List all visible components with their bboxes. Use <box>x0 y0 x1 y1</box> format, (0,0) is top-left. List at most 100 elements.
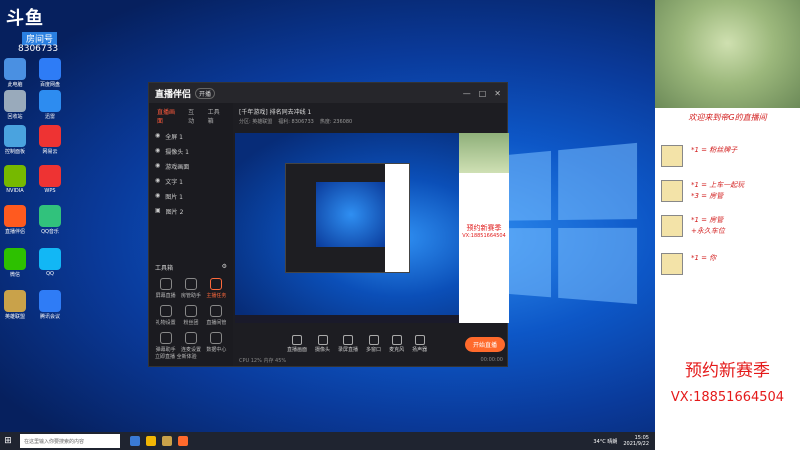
start-live-button[interactable]: 开始直播 <box>464 336 505 352</box>
tool-icon <box>159 305 172 317</box>
scene-item[interactable]: ◉ 游戏画面 <box>149 159 233 174</box>
live-app-icon[interactable] <box>178 436 188 446</box>
desktop-icon[interactable]: NVIDIA <box>0 165 30 194</box>
desktop-icon[interactable]: 直播伴侣 <box>0 205 30 235</box>
app-icon <box>4 125 26 147</box>
minimize-icon[interactable]: — <box>463 89 471 98</box>
tool-icon <box>210 332 223 344</box>
app-icon <box>4 165 26 187</box>
perf-status: CPU 12% 内存 45% <box>239 358 287 364</box>
game-icon[interactable] <box>162 436 172 446</box>
eye-icon[interactable]: ◉ <box>155 177 160 186</box>
desktop-icon[interactable]: 迅雷 <box>35 90 65 120</box>
desktop-icon[interactable]: WPS <box>35 165 65 194</box>
eye-icon[interactable]: ◉ <box>155 147 160 156</box>
desktop-icon[interactable]: 网易云 <box>35 125 65 155</box>
tool-item[interactable]: 主播任务 <box>204 278 229 299</box>
tab-toolbox[interactable]: 工具箱 <box>208 107 225 125</box>
douyu-brand: 斗鱼 <box>6 8 44 29</box>
scene-item[interactable]: ◉ 文字 1 <box>149 174 233 189</box>
app-icon <box>39 90 61 112</box>
control-button[interactable]: 扬声器 <box>412 335 427 353</box>
task-view-icon[interactable] <box>130 436 140 446</box>
desktop-icon[interactable]: QQ <box>35 248 65 277</box>
tool-item[interactable]: 粉丝团 <box>178 305 203 326</box>
tab-interact[interactable]: 互动 <box>188 107 200 125</box>
tool-item[interactable]: 房管助手 <box>178 278 203 299</box>
nested-preview <box>285 163 410 273</box>
webcam-feed <box>655 0 800 108</box>
windows-logo <box>485 142 651 319</box>
main-area: [千年游戏] 排名同去冲线 1 分区: 英雄联盟 福利: 8306733 热度:… <box>235 103 509 366</box>
control-icon <box>391 335 402 345</box>
app-icon <box>39 290 61 312</box>
app-icon <box>39 205 61 227</box>
tool-icon <box>210 305 223 317</box>
eye-icon[interactable]: ◉ <box>155 132 160 141</box>
tool-icon <box>184 278 197 290</box>
eye-icon[interactable]: ◉ <box>155 192 160 201</box>
desktop-icon[interactable]: 百度网盘 <box>35 58 65 88</box>
tool-icon <box>184 305 197 317</box>
tool-item[interactable]: 直播间管 <box>204 305 229 326</box>
welcome-text: 欢迎来到帝G的直播间 <box>688 113 767 122</box>
upgrade-hint[interactable]: 立即直播 全新体验 <box>155 353 197 360</box>
start-button[interactable]: ⊞ <box>0 432 16 450</box>
control-button[interactable]: 直播画面 <box>287 335 307 353</box>
control-button[interactable]: 摄像头 <box>315 335 330 353</box>
clock[interactable]: 15:05 2021/9/22 <box>623 435 649 447</box>
tool-icon <box>210 278 223 290</box>
camera-thumbnail <box>459 133 509 173</box>
desktop-icon[interactable]: QQ音乐 <box>35 205 65 235</box>
perk-item: *1 = 粉丝牌子 <box>661 145 737 167</box>
desktop-icon[interactable]: 此电脑 <box>0 58 30 88</box>
taskbar: ⊞ 在这里输入你要搜索的内容 34°C 晴朗 15:05 2021/9/22 <box>0 432 655 450</box>
scene-item[interactable]: ◉ 全屏 1 <box>149 129 233 144</box>
search-input[interactable]: 在这里输入你要搜索的内容 <box>20 434 120 448</box>
live-badge[interactable]: 开播 <box>195 87 216 99</box>
tab-live-view[interactable]: 直播画面 <box>157 107 180 125</box>
eye-icon[interactable]: ◉ <box>155 162 160 171</box>
scene-item[interactable]: ◉ 摄像头 1 <box>149 144 233 159</box>
app-icon <box>4 248 26 270</box>
tool-item[interactable]: 礼物设置 <box>153 305 178 326</box>
live-companion-window[interactable]: 直播伴侣 开播 — □ ✕ 直播画面 互动 工具箱 ◉ 全屏 1 ◉ 摄像头 1 ◉… <box>148 82 509 367</box>
control-button[interactable]: 麦克风 <box>389 335 404 353</box>
app-logo: 直播伴侣 <box>155 89 192 100</box>
tool-item[interactable]: 连麦设置 <box>178 332 203 353</box>
tool-item[interactable]: 屏幕直播 <box>153 278 178 299</box>
left-panel: 直播画面 互动 工具箱 ◉ 全屏 1 ◉ 摄像头 1 ◉ 游戏画面 ◉ 文字 1 ◉ 图片… <box>149 103 233 366</box>
scene-item[interactable]: ◉ 图片 1 <box>149 189 233 204</box>
app-icon <box>39 248 61 270</box>
scene-item[interactable]: ▣ 图片 2 <box>149 204 233 219</box>
desktop-icon[interactable]: 英雄联盟 <box>0 290 30 320</box>
desktop-icon[interactable]: 控制面板 <box>0 125 30 155</box>
weather-widget[interactable]: 34°C 晴朗 <box>593 438 617 445</box>
control-icon <box>414 335 425 345</box>
stream-title[interactable]: [千年游戏] 排名同去冲线 1 <box>235 103 507 118</box>
desktop-icon[interactable]: 微信 <box>0 248 30 278</box>
stream-category: 分区: 英雄联盟 <box>239 119 273 125</box>
lock-icon[interactable]: ▣ <box>155 207 161 216</box>
explorer-icon[interactable] <box>146 436 156 446</box>
gift-icon <box>661 253 683 275</box>
tool-item[interactable]: 数据中心 <box>204 332 229 353</box>
app-titlebar[interactable]: 直播伴侣 开播 — □ ✕ <box>149 83 507 103</box>
room-id: 8306733 <box>18 44 59 54</box>
contact-vx: VX:18851664504 <box>670 390 785 405</box>
control-icon <box>368 335 379 345</box>
control-icon <box>317 335 328 345</box>
maximize-icon[interactable]: □ <box>479 89 487 98</box>
new-season-banner: 预约新赛季 <box>685 361 770 381</box>
tool-item[interactable]: 弹幕助手 <box>153 332 178 353</box>
desktop-icon[interactable]: 回收站 <box>0 90 30 120</box>
app-icon <box>39 58 61 80</box>
gift-icon <box>661 180 683 202</box>
settings-icon[interactable]: ⚙ <box>222 263 227 272</box>
control-button[interactable]: 多窗口 <box>366 335 381 353</box>
tool-icon <box>184 332 197 344</box>
live-preview[interactable]: 预约新赛季 VX:18851664504 <box>235 133 509 323</box>
close-icon[interactable]: ✕ <box>494 89 501 98</box>
desktop-icon[interactable]: 腾讯会议 <box>35 290 65 320</box>
control-button[interactable]: 录屏直播 <box>338 335 358 353</box>
